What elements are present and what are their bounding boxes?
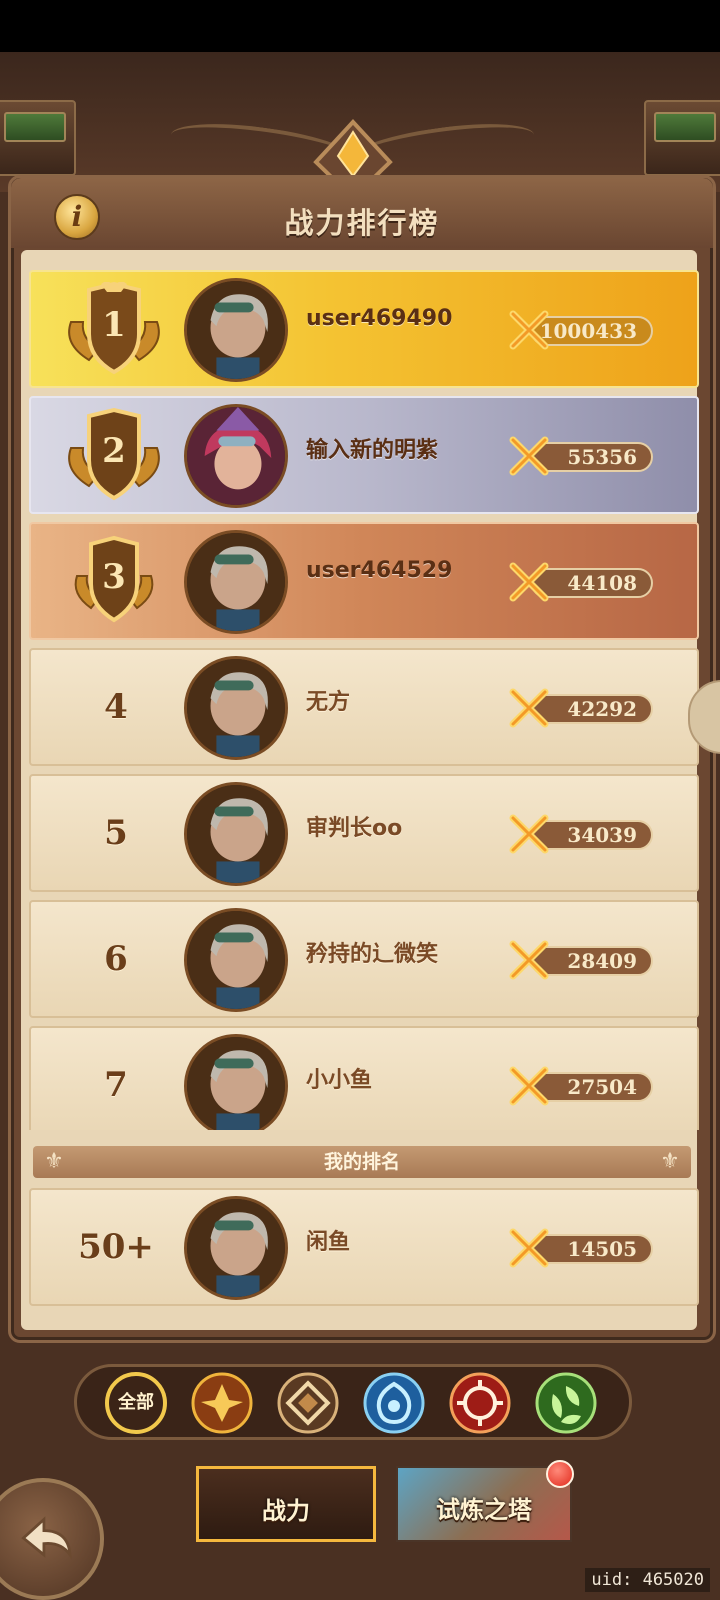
uid-label: uid: 465020 xyxy=(585,1568,710,1592)
right-pillar-decoration xyxy=(644,100,720,176)
avatar xyxy=(184,278,288,382)
fleur-right-icon: ⚜ xyxy=(660,1149,680,1174)
crossed-swords-icon xyxy=(509,1228,549,1268)
fleur-left-icon: ⚜ xyxy=(44,1149,64,1174)
faction-light-icon[interactable] xyxy=(191,1372,253,1434)
my-rank-label: 我的排名 xyxy=(323,1151,400,1173)
my-rank-row[interactable]: 50+ 闲鱼 14505 xyxy=(29,1188,699,1306)
avatar xyxy=(184,656,288,760)
player-name: 矜持的辶微笑 xyxy=(306,942,439,967)
avatar xyxy=(184,1034,288,1130)
status-bar xyxy=(0,0,720,52)
player-name: 无方 xyxy=(306,690,351,715)
leaderboard-row-2[interactable]: 2 输入新的明紫 55356 xyxy=(29,396,699,514)
leaderboard-row-4[interactable]: 4 无方 42292 xyxy=(29,648,699,766)
my-rank-header: ⚜ 我的排名 ⚜ xyxy=(33,1146,691,1178)
player-name: user464529 xyxy=(306,558,453,583)
page-title: 战力排行榜 xyxy=(284,206,440,240)
player-name: 闲鱼 xyxy=(306,1230,351,1255)
avatar xyxy=(184,1196,288,1300)
notification-badge xyxy=(546,1460,574,1488)
filter-all-button[interactable]: 全部 xyxy=(105,1372,167,1434)
faction-filter-bar: 全部 xyxy=(74,1364,632,1440)
tab-trial-tower-label: 试炼之塔 xyxy=(436,1496,532,1524)
avatar xyxy=(184,908,288,1012)
faction-fire-icon[interactable] xyxy=(449,1372,511,1434)
avatar xyxy=(184,530,288,634)
leaderboard-row-6[interactable]: 6 矜持的辶微笑 28409 xyxy=(29,900,699,1018)
rank-number: 1 xyxy=(102,305,126,345)
player-name: 审判长oo xyxy=(306,816,403,841)
rank-number: 6 xyxy=(104,939,128,979)
crossed-swords-icon xyxy=(509,310,549,350)
crossed-swords-icon xyxy=(509,436,549,476)
crossed-swords-icon xyxy=(509,814,549,854)
crossed-swords-icon xyxy=(509,562,549,602)
player-name: 小小鱼 xyxy=(306,1068,373,1093)
leaderboard-row-3[interactable]: 3 user464529 44108 xyxy=(29,522,699,640)
rank-number: 4 xyxy=(104,687,128,727)
player-name: user469490 xyxy=(306,306,453,331)
leaderboard-panel: i 战力排行榜 1 user469490 1000433 2 输入新的明紫 55… xyxy=(8,175,716,1343)
rank-number: 7 xyxy=(104,1065,128,1105)
crossed-swords-icon xyxy=(509,1066,549,1106)
avatar xyxy=(184,782,288,886)
leaderboard-list[interactable]: 1 user469490 1000433 2 输入新的明紫 55356 3 us… xyxy=(29,270,699,1130)
rank-number: 2 xyxy=(102,431,126,471)
leaderboard-paper: 1 user469490 1000433 2 输入新的明紫 55356 3 us… xyxy=(21,250,699,1330)
back-button[interactable] xyxy=(0,1478,104,1600)
tab-power-label: 战力 xyxy=(262,1497,310,1525)
back-arrow-icon xyxy=(21,1516,72,1560)
leaderboard-row-5[interactable]: 5 审判长oo 34039 xyxy=(29,774,699,892)
leaderboard-row-7[interactable]: 7 小小鱼 27504 xyxy=(29,1026,699,1130)
crossed-swords-icon xyxy=(509,688,549,728)
faction-water-icon[interactable] xyxy=(363,1372,425,1434)
avatar xyxy=(184,404,288,508)
faction-nature-icon[interactable] xyxy=(535,1372,597,1434)
player-name: 输入新的明紫 xyxy=(306,438,439,463)
left-pillar-decoration xyxy=(0,100,76,176)
rank-number: 5 xyxy=(104,813,128,853)
faction-order-icon[interactable] xyxy=(277,1372,339,1434)
panel-header: i 战力排行榜 xyxy=(11,178,713,248)
tab-trial-tower[interactable]: 试炼之塔 xyxy=(396,1460,574,1542)
tab-power[interactable]: 战力 xyxy=(196,1466,376,1542)
rank-number: 3 xyxy=(102,557,126,597)
leaderboard-row-1[interactable]: 1 user469490 1000433 xyxy=(29,270,699,388)
rank-number: 50+ xyxy=(78,1227,154,1267)
crossed-swords-icon xyxy=(509,940,549,980)
